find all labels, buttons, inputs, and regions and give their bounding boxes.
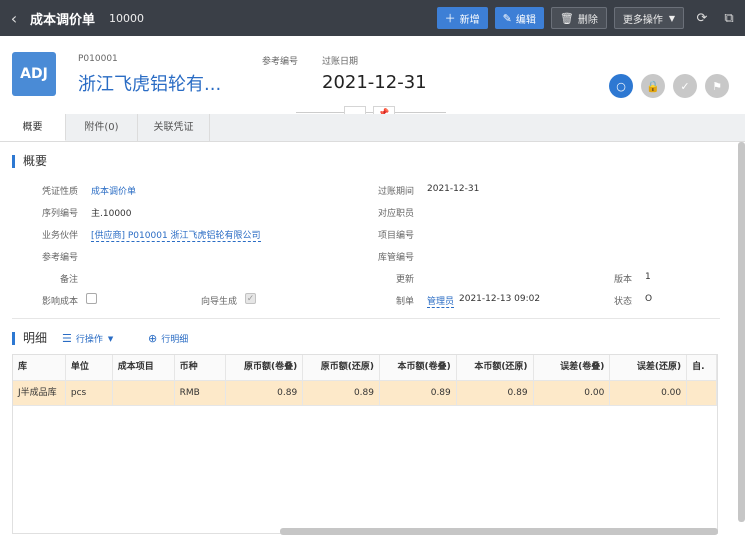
back-arrow-icon[interactable]: ‹ (2, 9, 26, 28)
overview-section-title: 概要 (12, 155, 47, 168)
maker-time: 2021-12-13 09:02 (459, 294, 541, 304)
delete-button[interactable]: 🗑 删除 (550, 7, 607, 29)
edit-button-label: 编辑 (515, 14, 536, 26)
zoom-in-icon: ⊕ (148, 332, 158, 345)
detail-section-title: 明细 (12, 332, 47, 345)
ref-no-label: 参考编号 (262, 57, 299, 67)
more-actions-button[interactable]: 更多操作 ▼ (613, 7, 684, 29)
table-cell[interactable]: 0.89 (226, 381, 304, 405)
column-header[interactable]: 本币额(卷叠) (380, 355, 457, 380)
column-header[interactable]: 本币额(还原) (457, 355, 534, 380)
column-header[interactable]: 误差(还原) (610, 355, 688, 380)
ref-no-field-label: 参考编号 (41, 253, 78, 263)
version-label: 版本 (613, 275, 632, 285)
maker-label: 制单 (395, 297, 414, 307)
tab-related-vouchers[interactable]: 关联凭证 (138, 114, 210, 141)
vertical-scrollbar[interactable] (738, 142, 745, 522)
period-value: 2021-12-31 (427, 184, 480, 194)
open-status-icon[interactable]: ○ (609, 74, 633, 98)
column-header[interactable]: 成本项目 (113, 355, 175, 380)
trash-icon: 🗑 (559, 11, 574, 25)
page-title: 成本调价单 (30, 12, 96, 28)
column-header[interactable]: 单位 (66, 355, 113, 380)
state-label: 状态 (613, 297, 632, 307)
column-header[interactable]: 误差(卷叠) (534, 355, 611, 380)
row-detail-label: 行明细 (161, 335, 189, 345)
tab-overview[interactable]: 概要 (0, 114, 66, 141)
posting-date-value: 2021-12-31 (322, 72, 427, 93)
table-cell[interactable]: 0.89 (457, 381, 534, 405)
toolbar-actions: ＋ 新增 ✎ 编辑 🗑 删除 更多操作 ▼ ⟳ ⧉ (436, 0, 745, 36)
table-cell[interactable]: 0.89 (303, 381, 380, 405)
caret-down-icon: ▼ (107, 334, 114, 343)
new-button[interactable]: ＋ 新增 (436, 7, 488, 29)
serial-no-value: 主.10000 (91, 209, 132, 219)
updated-label: 更新 (395, 275, 414, 285)
row-detail-button[interactable]: ⊕ 行明细 (148, 332, 188, 345)
status-icons: ○ 🔒 ✓ ⚑ (601, 74, 729, 98)
table-cell[interactable] (113, 381, 175, 405)
staff-label: 对应职员 (377, 209, 414, 219)
table-cell[interactable]: J半成品库 (13, 381, 66, 405)
flag-icon[interactable]: ⚑ (705, 74, 729, 98)
wizard-label: 向导生成 (200, 297, 237, 307)
table-cell[interactable] (687, 381, 717, 405)
top-bar: ‹ 成本调价单 10000 ＋ 新增 ✎ 编辑 🗑 删除 更多操作 ▼ ⟳ ⧉ (0, 0, 745, 36)
table-cell[interactable]: 0.00 (610, 381, 688, 405)
period-label: 过账期间 (377, 187, 414, 197)
affect-cost-label: 影响成本 (41, 297, 78, 307)
caret-down-icon: ▼ (668, 13, 675, 23)
tab-bar: 概要 附件(0) 关联凭证 (0, 114, 745, 142)
tab-attachments[interactable]: 附件(0) (66, 114, 138, 141)
list-icon: ☰ (62, 332, 72, 345)
lock-icon[interactable]: 🔒 (641, 74, 665, 98)
version-value: 1 (645, 272, 651, 282)
column-header[interactable]: 库 (13, 355, 66, 380)
project-label: 项目编号 (377, 231, 414, 241)
state-value: O (645, 294, 653, 304)
row-ops-menu[interactable]: ☰ 行操作 ▼ (62, 332, 113, 345)
check-icon[interactable]: ✓ (673, 74, 697, 98)
column-header[interactable]: 币种 (175, 355, 227, 380)
plus-icon: ＋ (444, 12, 456, 25)
doc-number: 10000 (109, 11, 145, 25)
bin-label: 库管编号 (377, 253, 414, 263)
column-header[interactable]: 原币额(卷叠) (226, 355, 304, 380)
table-row[interactable]: J半成品库 pcs RMB 0.89 0.89 0.89 0.89 0.00 0… (13, 381, 717, 406)
voucher-type-value[interactable]: 成本调价单 (91, 184, 136, 197)
horizontal-scrollbar[interactable] (280, 528, 718, 535)
posting-date-label: 过账日期 (322, 57, 359, 67)
maker-name[interactable]: 管理员 (427, 294, 455, 308)
row-ops-label: 行操作 (75, 335, 103, 345)
partner-label: 业务伙伴 (41, 231, 78, 241)
delete-button-label: 删除 (577, 14, 598, 26)
section-divider (12, 318, 720, 319)
column-header[interactable]: 原币额(还原) (303, 355, 380, 380)
doc-type-avatar: ADJ (12, 52, 56, 96)
open-external-icon[interactable]: ⧉ (718, 11, 740, 26)
partner-value[interactable]: [供应商] P010001 浙江飞虎铝轮有限公司 (91, 228, 261, 242)
column-header[interactable]: 自. (687, 355, 717, 380)
collapse-divider (296, 112, 446, 113)
voucher-type-label: 凭证性质 (41, 187, 78, 197)
partner-code: P010001 (78, 54, 118, 64)
detail-table: 库 单位 成本项目 币种 原币额(卷叠) 原币额(还原) 本币额(卷叠) 本币额… (12, 354, 718, 534)
edit-icon: ✎ (502, 11, 512, 25)
table-cell[interactable]: pcs (66, 381, 113, 405)
serial-no-label: 序列编号 (41, 209, 78, 219)
document-header: ADJ P010001 浙江飞虎铝轮有... 参考编号 过账日期 2021-12… (0, 36, 745, 114)
more-actions-label: 更多操作 (622, 14, 663, 26)
edit-button[interactable]: ✎ 编辑 (494, 7, 544, 29)
table-cell[interactable]: RMB (175, 381, 227, 405)
table-cell[interactable]: 0.00 (534, 381, 611, 405)
remark-label: 备注 (59, 275, 78, 285)
table-cell[interactable]: 0.89 (380, 381, 457, 405)
partner-name: 浙江飞虎铝轮有... (78, 74, 222, 95)
table-header-row: 库 单位 成本项目 币种 原币额(卷叠) 原币额(还原) 本币额(卷叠) 本币额… (13, 355, 717, 381)
refresh-icon[interactable]: ⟳ (691, 11, 713, 26)
wizard-checkbox[interactable]: ✓ (245, 293, 256, 304)
affect-cost-checkbox[interactable] (86, 293, 97, 304)
new-button-label: 新增 (459, 14, 480, 26)
